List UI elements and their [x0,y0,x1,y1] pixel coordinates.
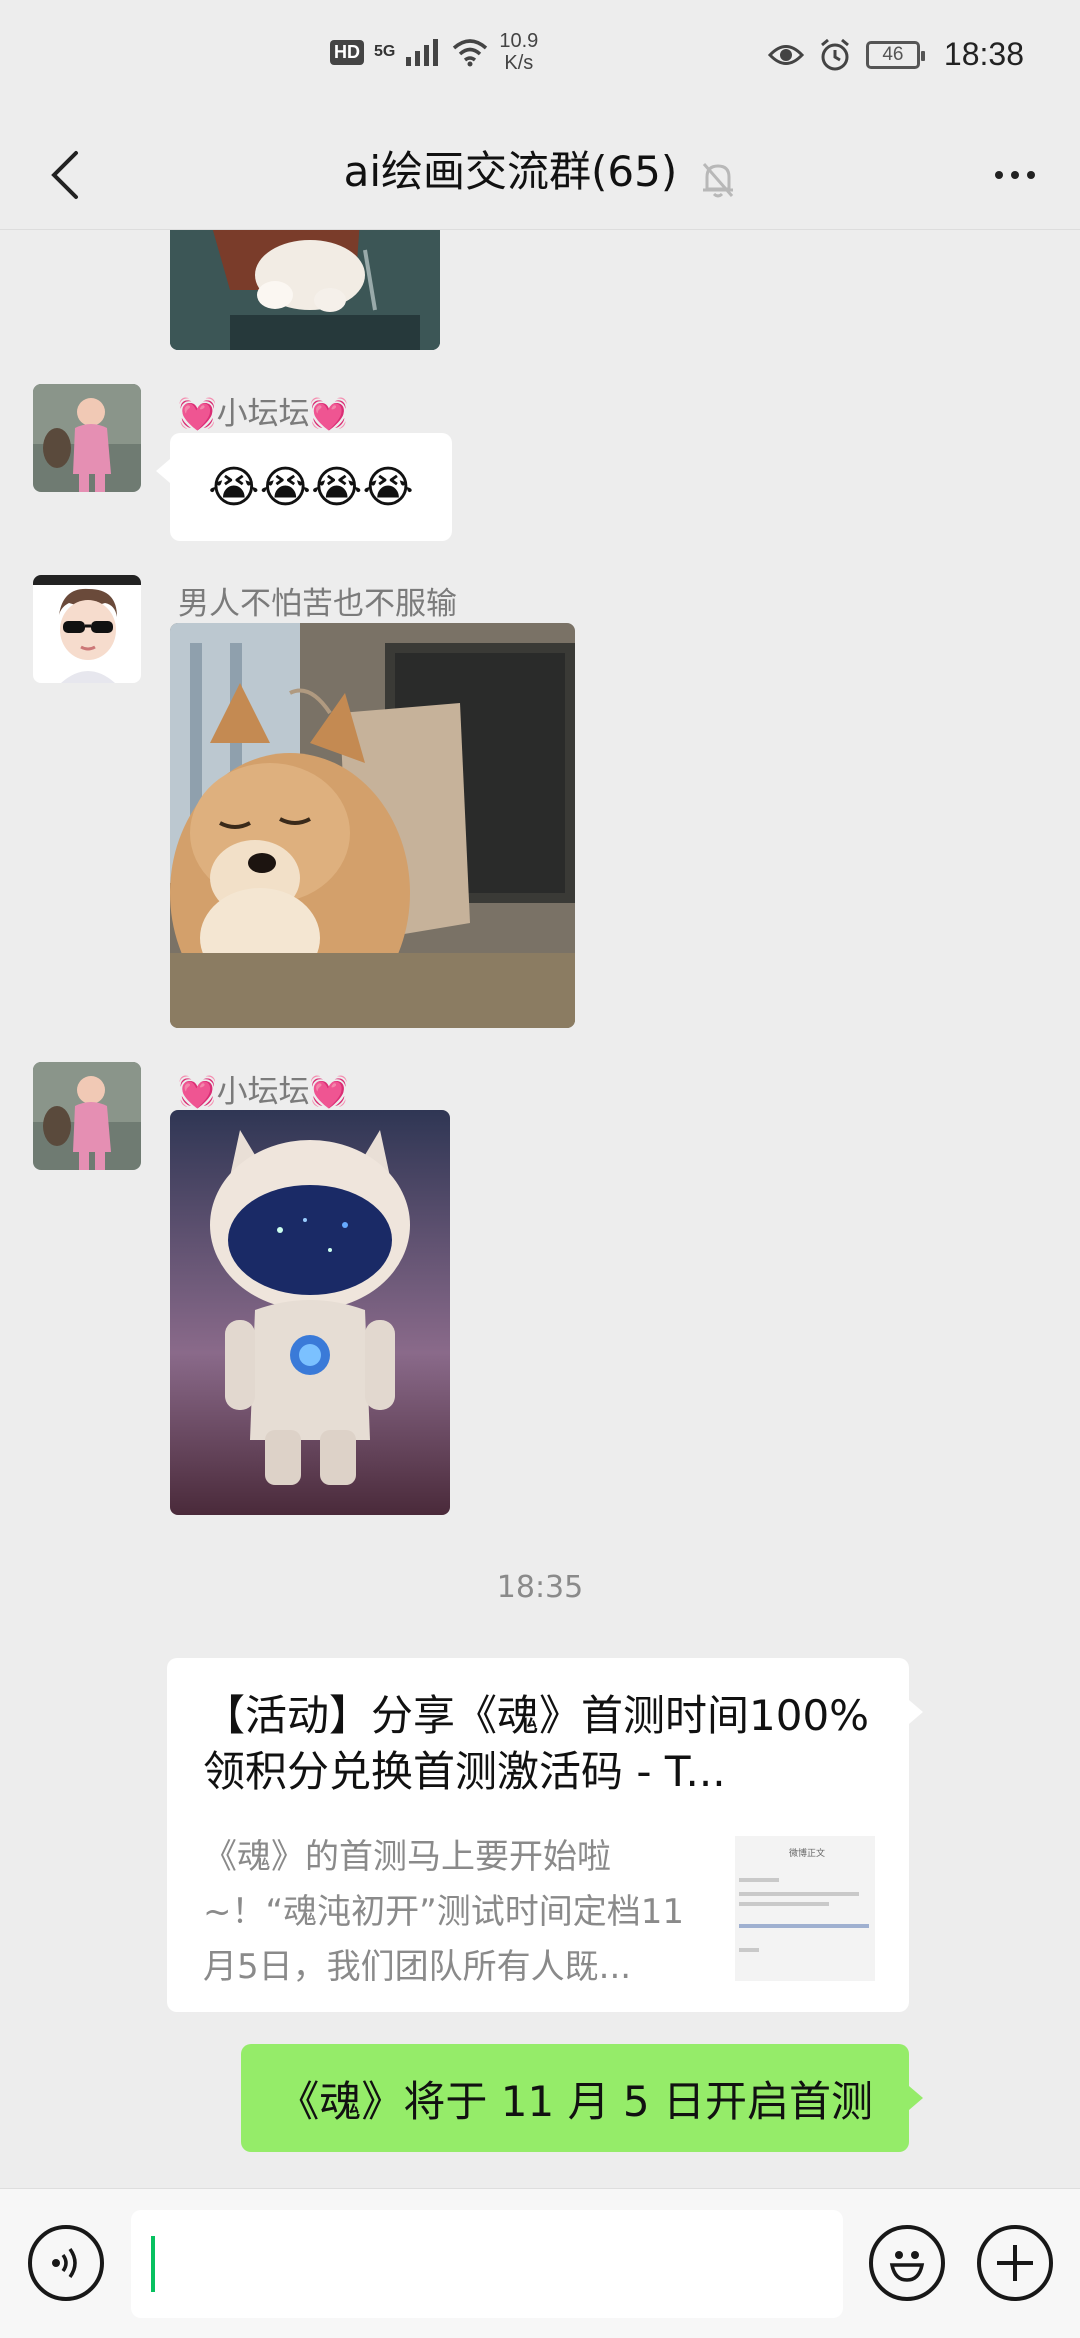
sender-name: 💓小坛坛💓 [178,1074,349,1110]
emoji-text: 😭😭😭😭 [208,461,414,513]
input-bar [0,2188,1080,2338]
thumb-label: 微博正文 [789,1849,826,1859]
timestamp: 18:35 [496,1570,584,1605]
cat-sticker-image[interactable] [170,230,440,350]
avatar[interactable] [33,575,141,683]
thumb-line [739,1948,759,1952]
wifi-icon [453,39,488,67]
link-card[interactable]: 【活动】分享《魂》首测时间100%领积分兑换首测激活码 - T... 《魂》的首… [167,1658,923,2012]
my-message-bubble[interactable]: 《魂》将于 11 月 5 日开启首测 [241,2044,923,2152]
dot-icon [1027,171,1035,179]
network-indicators: HD 5G 10.9 K/s [330,30,538,74]
eye-icon [767,44,804,65]
network-type: 5G [374,43,396,60]
avatar[interactable] [33,384,141,492]
thumb-line [739,1878,779,1882]
dot-icon [995,171,1003,179]
sender-name: 男人不怕苦也不服输 [178,586,457,622]
thumb-line [739,1892,859,1896]
emoji-button[interactable] [869,2225,945,2301]
link-card-title: 【活动】分享《魂》首测时间100%领积分兑换首测激活码 - T... [203,1691,870,1796]
my-message-text: 《魂》将于 11 月 5 日开启首测 [277,2076,873,2126]
speed-unit: K/s [504,52,534,74]
sender-name: 💓小坛坛💓 [178,396,349,432]
dot-icon [1011,171,1019,179]
hd-badge: HD [330,39,364,65]
avatar[interactable] [33,1062,141,1170]
text-caret [151,2236,155,2292]
voice-button[interactable] [28,2225,104,2301]
thumb-line [739,1924,869,1928]
battery-icon: 46 [865,40,925,69]
status-right: 46 18:38 [767,36,1024,73]
chat-title: ai绘画交流群(65) [343,147,678,196]
smiley-icon [889,2251,925,2282]
more-options-button[interactable] [980,150,1050,200]
message-input[interactable] [131,2210,843,2318]
thumb-line [739,1902,829,1906]
add-button[interactable] [977,2225,1053,2301]
message-bubble[interactable]: 😭😭😭😭 [156,433,452,541]
voice-icon [52,2247,77,2279]
network-speed: 10.9 K/s [499,30,538,74]
muted-bell-icon [700,160,736,204]
status-time: 18:38 [943,36,1024,72]
chat-header: ai绘画交流群(65) [0,120,1080,230]
title-container: ai绘画交流群(65) [0,138,1080,204]
link-card-thumbnail: 微博正文 [735,1836,875,1981]
astronaut-image[interactable] [170,1110,450,1515]
alarm-icon [820,38,849,70]
shiba-sticker-image[interactable] [170,623,575,1028]
link-card-description: 《魂》的首测马上要开始啦~！“魂沌初开”测试时间定档11月5日，我们团队所有人既… [203,1837,684,1987]
speed-value: 10.9 [499,30,539,52]
plus-icon [997,2245,1033,2281]
signal-icon [406,39,439,66]
status-bar: HD 5G 10.9 K/s 46 18:38 [0,0,1080,120]
